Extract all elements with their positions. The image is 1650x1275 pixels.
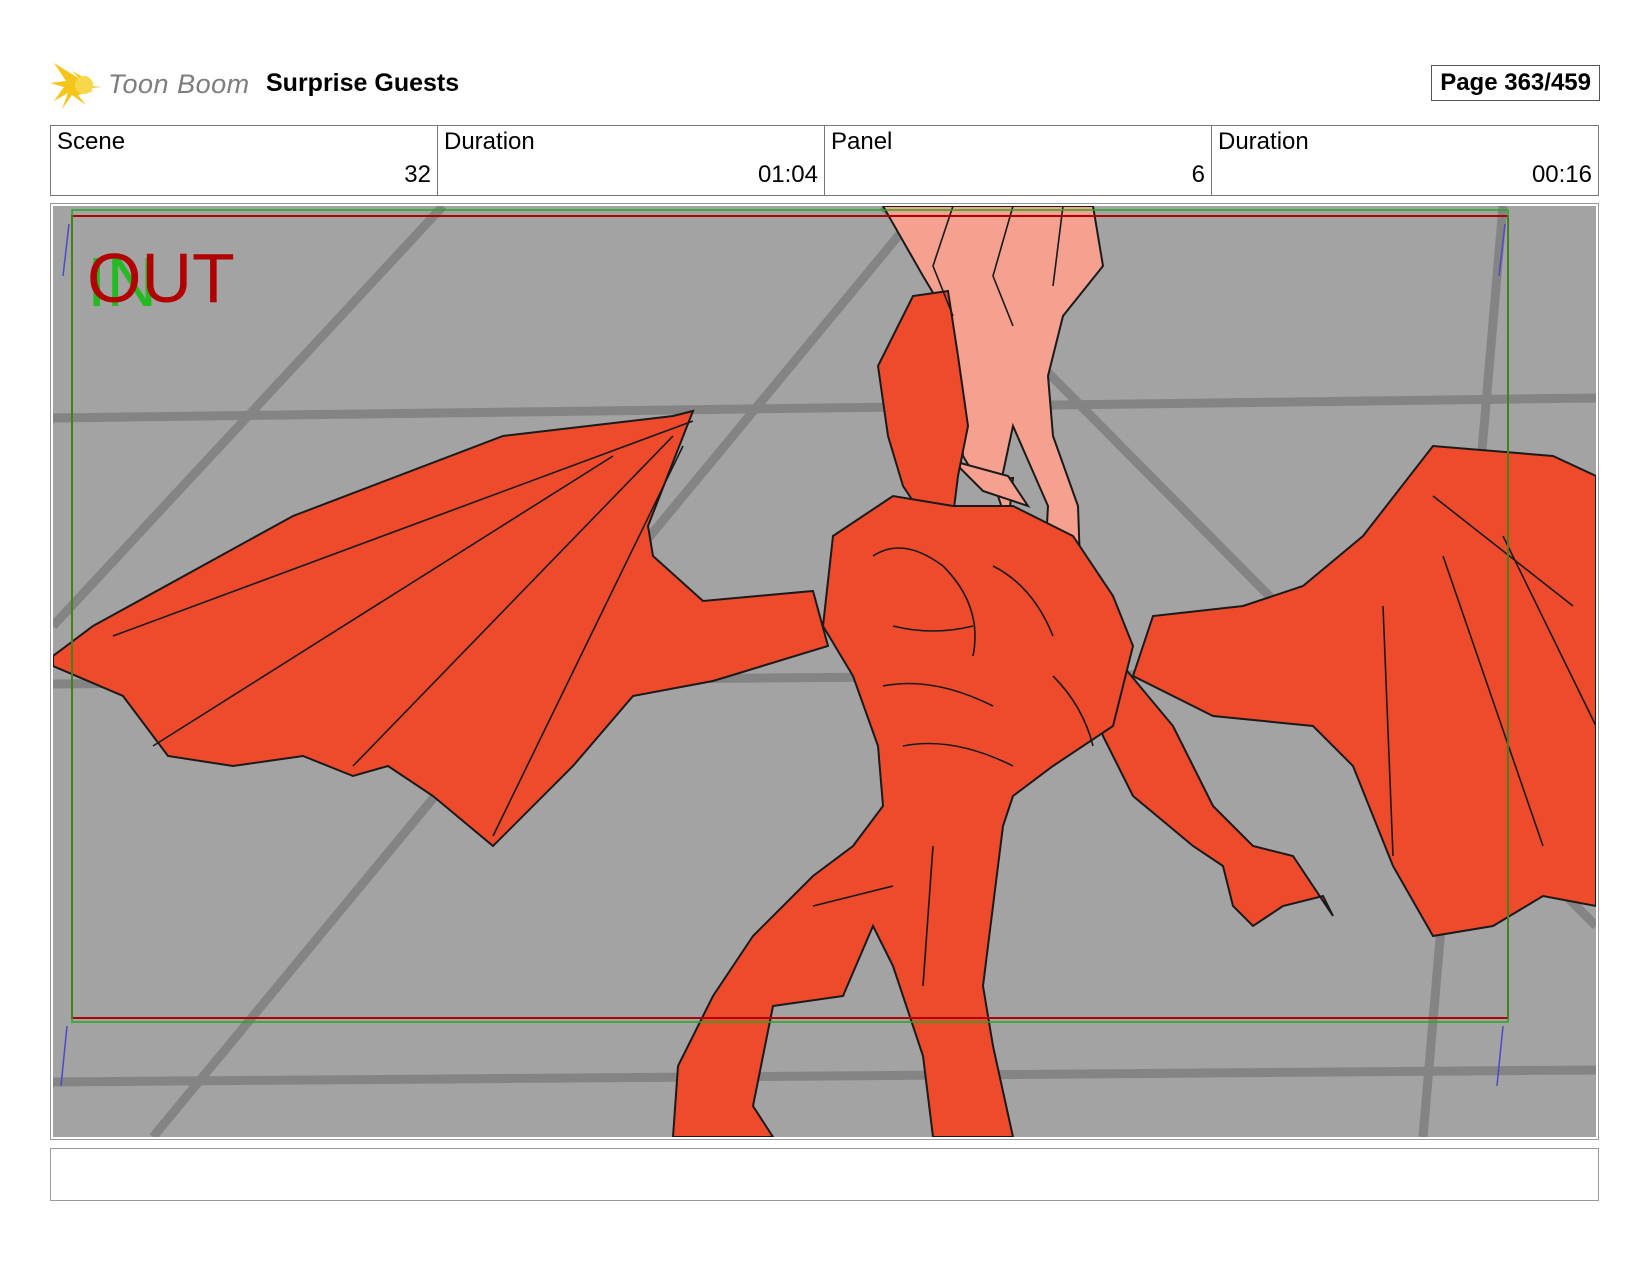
panel-cell: Panel 6 [825,126,1212,195]
scene-info-table: Scene 32 Duration 01:04 Panel 6 Duration… [50,125,1599,196]
panel-drawing: IN OUT [53,206,1596,1137]
storyboard-panel: IN OUT [50,203,1599,1140]
page-number: Page 363/459 [1431,65,1600,101]
toon-boom-logo: Toon Boom [50,55,250,115]
logo-text: Toon Boom [108,69,250,99]
out-marker: OUT [87,239,235,317]
project-title: Surprise Guests [266,69,460,97]
scene-duration-cell: Duration 01:04 [438,126,825,195]
scene-label: Scene [57,128,126,155]
scene-value: 32 [404,161,431,188]
panel-value: 6 [1191,161,1205,188]
panel-duration-value: 00:16 [1531,161,1592,188]
scene-cell: Scene 32 [51,126,438,195]
burst-icon [50,63,102,109]
caption-box [50,1148,1599,1201]
page-header: Toon Boom Surprise Guests Page 363/459 [50,55,1600,115]
scene-duration-label: Duration [444,128,535,155]
panel-duration-cell: Duration 00:16 [1212,126,1598,195]
panel-duration-label: Duration [1218,128,1309,155]
panel-label: Panel [831,128,893,155]
scene-duration-value: 01:04 [757,161,818,188]
